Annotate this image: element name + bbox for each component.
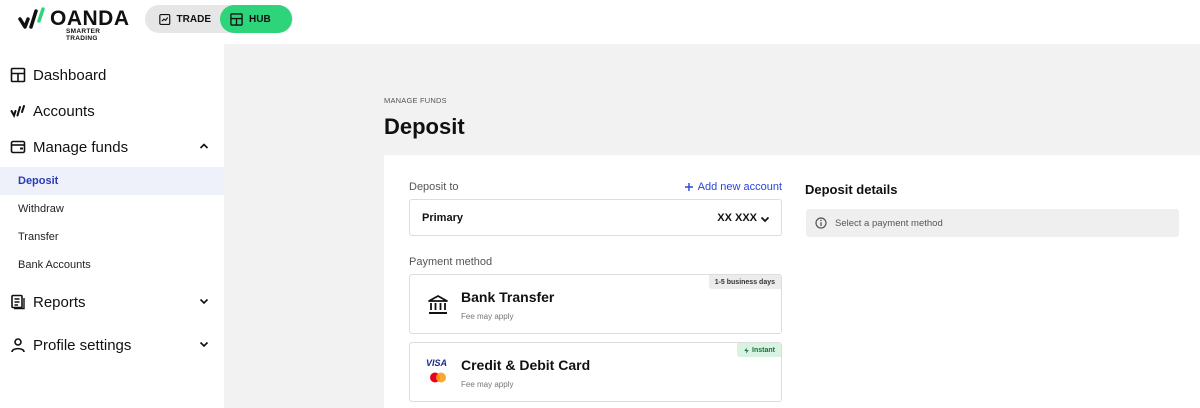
breadcrumb: MANAGE FUNDS [384,96,447,105]
sidebar-item-label: Manage funds [33,138,129,156]
sidebar-subitem-label: Withdraw [18,203,64,215]
sidebar-subitem-label: Transfer [18,231,59,243]
payment-method-title: Bank Transfer [461,289,555,305]
trade-hub-toggle: TRADE HUB [145,5,293,33]
account-name: Primary [422,211,463,224]
sidebar-item-label: Profile settings [33,336,132,354]
chevron-down-icon [199,298,209,305]
add-new-account-label: Add new account [697,181,782,193]
deposit-details-placeholder: Select a payment method [806,209,1179,237]
processing-time-badge: 1-5 business days [708,275,781,289]
sidebar-item-label: Accounts [33,102,95,120]
payment-method-card[interactable]: VISA Credit & Debit Card Fee may apply I… [409,342,782,402]
sidebar-subitem-transfer[interactable]: Transfer [0,223,224,251]
oanda-logo-icon [18,7,45,29]
reports-icon [10,294,26,310]
sidebar-subitem-bank-accounts[interactable]: Bank Accounts [0,251,224,279]
deposit-details-title: Deposit details [805,182,898,197]
sidebar-item-label: Reports [33,293,86,311]
visa-mastercard-icon: VISA [426,358,450,385]
user-icon [10,337,26,353]
account-number: XX XXX [717,211,757,224]
chart-icon [159,13,171,25]
sidebar-subitem-deposit[interactable]: Deposit [0,167,224,195]
main-content: MANAGE FUNDS Deposit Deposit to Add new … [224,44,1200,408]
trade-toggle-button[interactable]: TRADE [149,5,221,33]
deposit-to-label: Deposit to [409,181,459,193]
chevron-down-icon [199,341,209,348]
sidebar-item-label: Dashboard [33,66,107,84]
hub-icon [230,12,243,26]
payment-method-bank-transfer[interactable]: Bank Transfer Fee may apply 1-5 business… [409,274,782,334]
payment-method-label: Payment method [409,256,493,268]
chevron-up-icon [199,143,209,149]
payment-method-note: Fee may apply [461,380,514,389]
accounts-icon [10,103,26,119]
chevron-down-icon [760,216,770,223]
hub-toggle-label: HUB [249,13,271,25]
dashboard-icon [10,67,26,83]
sidebar-item-manage-funds[interactable]: Manage funds [0,129,224,165]
sidebar-subitem-label: Deposit [18,175,59,187]
sidebar-item-reports[interactable]: Reports [0,284,224,320]
info-icon [815,217,827,229]
sidebar-item-dashboard[interactable]: Dashboard [0,57,224,93]
badge-label: Instant [752,346,775,354]
instant-badge: Instant [737,343,781,357]
sidebar-subitem-withdraw[interactable]: Withdraw [0,195,224,223]
visa-text: VISA [426,358,448,368]
sidebar-subitem-label: Bank Accounts [18,259,91,271]
oanda-logo[interactable]: OANDA SMARTER TRADING [18,5,129,42]
sidebar-item-profile-settings[interactable]: Profile settings [0,327,224,363]
top-bar: OANDA SMARTER TRADING TRADE HUB [0,0,1200,44]
lightning-icon [744,346,749,354]
deposit-details-placeholder-text: Select a payment method [835,217,943,229]
payment-method-title: Credit & Debit Card [461,357,591,373]
sidebar-item-accounts[interactable]: Accounts [0,93,224,129]
brand-tagline: SMARTER TRADING [66,28,101,42]
payment-method-note: Fee may apply [461,312,514,321]
page-title: Deposit [384,114,465,139]
bank-icon [428,295,448,314]
sidebar: Dashboard Accounts Manage funds Deposit … [0,44,224,408]
plus-icon [684,183,693,191]
hub-toggle-button[interactable]: HUB [220,5,292,33]
add-new-account-link[interactable]: Add new account [684,181,782,193]
account-select[interactable]: Primary XX XXX [409,199,782,236]
trade-toggle-label: TRADE [176,13,211,25]
wallet-icon [10,139,26,155]
deposit-card: Deposit to Add new account Primary XX XX… [384,155,1200,408]
badge-label: 1-5 business days [714,278,775,286]
